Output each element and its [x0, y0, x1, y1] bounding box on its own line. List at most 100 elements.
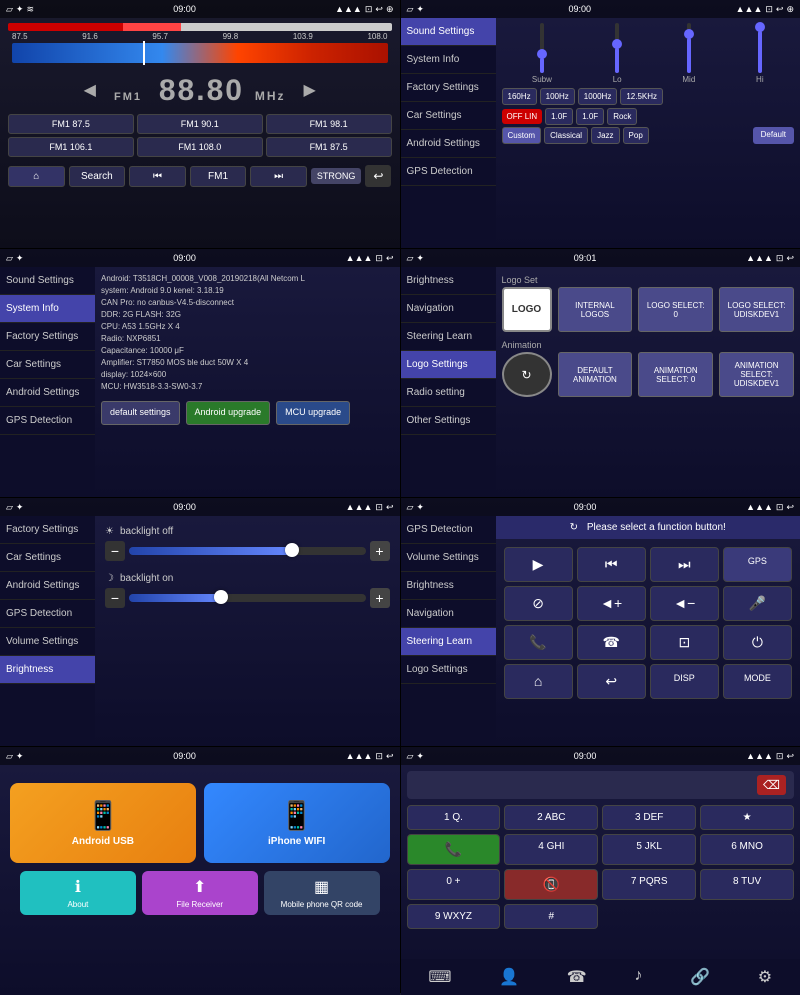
- key-end[interactable]: 📵: [504, 869, 598, 900]
- val-rock[interactable]: Rock: [607, 108, 637, 125]
- phone-music-icon[interactable]: ♪: [630, 963, 646, 991]
- menu-android-3[interactable]: Android Settings: [0, 379, 95, 407]
- default-button[interactable]: Default: [753, 127, 794, 144]
- menu-gps-6[interactable]: GPS Detection: [401, 516, 496, 544]
- iphone-wifi-button[interactable]: 📱 iPhone WIFI: [204, 783, 390, 863]
- steer-play[interactable]: ▶: [504, 547, 573, 582]
- steer-mic[interactable]: 🎤: [723, 586, 792, 621]
- freq-100hz[interactable]: 100Hz: [540, 88, 575, 105]
- steer-home[interactable]: ⌂: [504, 664, 573, 699]
- steer-mute[interactable]: ⊘: [504, 586, 573, 621]
- key-call[interactable]: 📞: [407, 834, 501, 865]
- band-label[interactable]: FM1: [190, 166, 247, 187]
- search-button[interactable]: Search: [69, 166, 126, 187]
- logo-select-udisk-btn[interactable]: LOGO SELECT: UDISKDEV1: [719, 287, 794, 332]
- preset-pop[interactable]: Pop: [623, 127, 649, 144]
- menu-system-info-2[interactable]: System Info: [401, 46, 496, 74]
- preset-2[interactable]: FM1 90.1: [137, 114, 263, 134]
- menu-steer-6[interactable]: Steering Learn: [401, 628, 496, 656]
- menu-car-2[interactable]: Car Settings: [401, 102, 496, 130]
- menu-brightness-5[interactable]: Brightness: [0, 656, 95, 684]
- phone-backspace-btn[interactable]: ⌫: [757, 775, 786, 795]
- key-0plus[interactable]: 0 +: [407, 869, 501, 900]
- backlight-on-thumb[interactable]: [214, 590, 228, 604]
- menu-factory-3[interactable]: Factory Settings: [0, 323, 95, 351]
- off-lin-label[interactable]: OFF LIN: [502, 109, 543, 124]
- key-6[interactable]: 6 MNO: [700, 834, 794, 865]
- backlight-on-minus[interactable]: −: [105, 588, 125, 608]
- menu-logo-6[interactable]: Logo Settings: [401, 656, 496, 684]
- logo-select-btn[interactable]: LOGO SELECT: 0: [638, 287, 713, 332]
- internal-logos-btn[interactable]: INTERNAL LOGOS: [558, 287, 633, 332]
- default-anim-btn[interactable]: DEFAULT ANIMATION: [558, 352, 633, 397]
- key-4[interactable]: 4 GHI: [504, 834, 598, 865]
- backlight-on-plus[interactable]: +: [370, 588, 390, 608]
- steer-mode[interactable]: MODE: [723, 664, 792, 699]
- steer-hangup[interactable]: ☎: [577, 625, 646, 660]
- steer-vol-up[interactable]: ◄+: [577, 586, 646, 621]
- anim-select-btn[interactable]: ANIMATION SELECT: 0: [638, 352, 713, 397]
- menu-sysinfo-3[interactable]: System Info: [0, 295, 95, 323]
- phone-link-icon[interactable]: 🔗: [686, 963, 714, 991]
- menu-android-2[interactable]: Android Settings: [401, 130, 496, 158]
- steer-next[interactable]: ⏭: [650, 547, 719, 582]
- backlight-off-track[interactable]: [129, 547, 366, 555]
- menu-gps-5[interactable]: GPS Detection: [0, 600, 95, 628]
- menu-sound-3[interactable]: Sound Settings: [0, 267, 95, 295]
- menu-brightness-4[interactable]: Brightness: [401, 267, 496, 295]
- default-settings-btn[interactable]: default settings: [101, 401, 180, 425]
- preset-3[interactable]: FM1 98.1: [266, 114, 392, 134]
- preset-classical[interactable]: Classical: [544, 127, 588, 144]
- menu-volume-5[interactable]: Volume Settings: [0, 628, 95, 656]
- steer-power[interactable]: ⏻: [723, 625, 792, 660]
- backlight-off-minus[interactable]: −: [105, 541, 125, 561]
- preset-jazz[interactable]: Jazz: [591, 127, 619, 144]
- steer-gps[interactable]: GPS: [723, 547, 792, 582]
- key-3[interactable]: 3 DEF: [602, 805, 696, 830]
- preset-5[interactable]: FM1 108.0: [137, 137, 263, 157]
- menu-nav-4[interactable]: Navigation: [401, 295, 496, 323]
- about-button[interactable]: ℹ About: [20, 871, 136, 915]
- prev-button[interactable]: ⏮: [129, 166, 186, 187]
- val-1f-2[interactable]: 1.0F: [576, 108, 604, 125]
- menu-factory-5[interactable]: Factory Settings: [0, 516, 95, 544]
- menu-gps-3[interactable]: GPS Detection: [0, 407, 95, 435]
- backlight-off-thumb[interactable]: [285, 543, 299, 557]
- menu-steer-4[interactable]: Steering Learn: [401, 323, 496, 351]
- key-hash[interactable]: #: [504, 904, 598, 929]
- file-receiver-button[interactable]: ⬆ File Receiver: [142, 871, 258, 915]
- steer-prev[interactable]: ⏮: [577, 547, 646, 582]
- mcu-upgrade-btn[interactable]: MCU upgrade: [276, 401, 350, 425]
- menu-car-3[interactable]: Car Settings: [0, 351, 95, 379]
- key-9[interactable]: 9 WXYZ: [407, 904, 501, 929]
- preset-4[interactable]: FM1 106.1: [8, 137, 134, 157]
- menu-factory-2[interactable]: Factory Settings: [401, 74, 496, 102]
- key-8[interactable]: 8 TUV: [700, 869, 794, 900]
- menu-other-4[interactable]: Other Settings: [401, 407, 496, 435]
- freq-125khz[interactable]: 12.5KHz: [620, 88, 663, 105]
- subw-track[interactable]: [540, 23, 544, 73]
- steer-call[interactable]: 📞: [504, 625, 573, 660]
- menu-nav-6[interactable]: Navigation: [401, 600, 496, 628]
- val-1f-1[interactable]: 1.0F: [545, 108, 573, 125]
- back-button[interactable]: ↩: [365, 165, 391, 187]
- anim-select-udisk-btn[interactable]: ANIMATION SELECT: UDISKDEV1: [719, 352, 794, 397]
- qr-code-button[interactable]: ▦ Mobile phone QR code: [264, 871, 380, 915]
- menu-logo-4[interactable]: Logo Settings: [401, 351, 496, 379]
- next-button[interactable]: ⏭: [250, 166, 307, 187]
- preset-custom[interactable]: Custom: [502, 127, 542, 144]
- freq-down-arrow[interactable]: ◀: [84, 80, 96, 100]
- key-1[interactable]: 1 Q.: [407, 805, 501, 830]
- menu-car-5[interactable]: Car Settings: [0, 544, 95, 572]
- steer-back[interactable]: ↩: [577, 664, 646, 699]
- lo-track[interactable]: [615, 23, 619, 73]
- phone-keyboard-icon[interactable]: ⌨: [424, 963, 455, 991]
- mid-track[interactable]: [687, 23, 691, 73]
- backlight-on-track[interactable]: [129, 594, 366, 602]
- hi-track[interactable]: [758, 23, 762, 73]
- key-7[interactable]: 7 PQRS: [602, 869, 696, 900]
- android-usb-button[interactable]: 📱 Android USB: [10, 783, 196, 863]
- steer-cam[interactable]: ⊡: [650, 625, 719, 660]
- freq-160hz[interactable]: 160Hz: [502, 88, 537, 105]
- menu-brightness-6[interactable]: Brightness: [401, 572, 496, 600]
